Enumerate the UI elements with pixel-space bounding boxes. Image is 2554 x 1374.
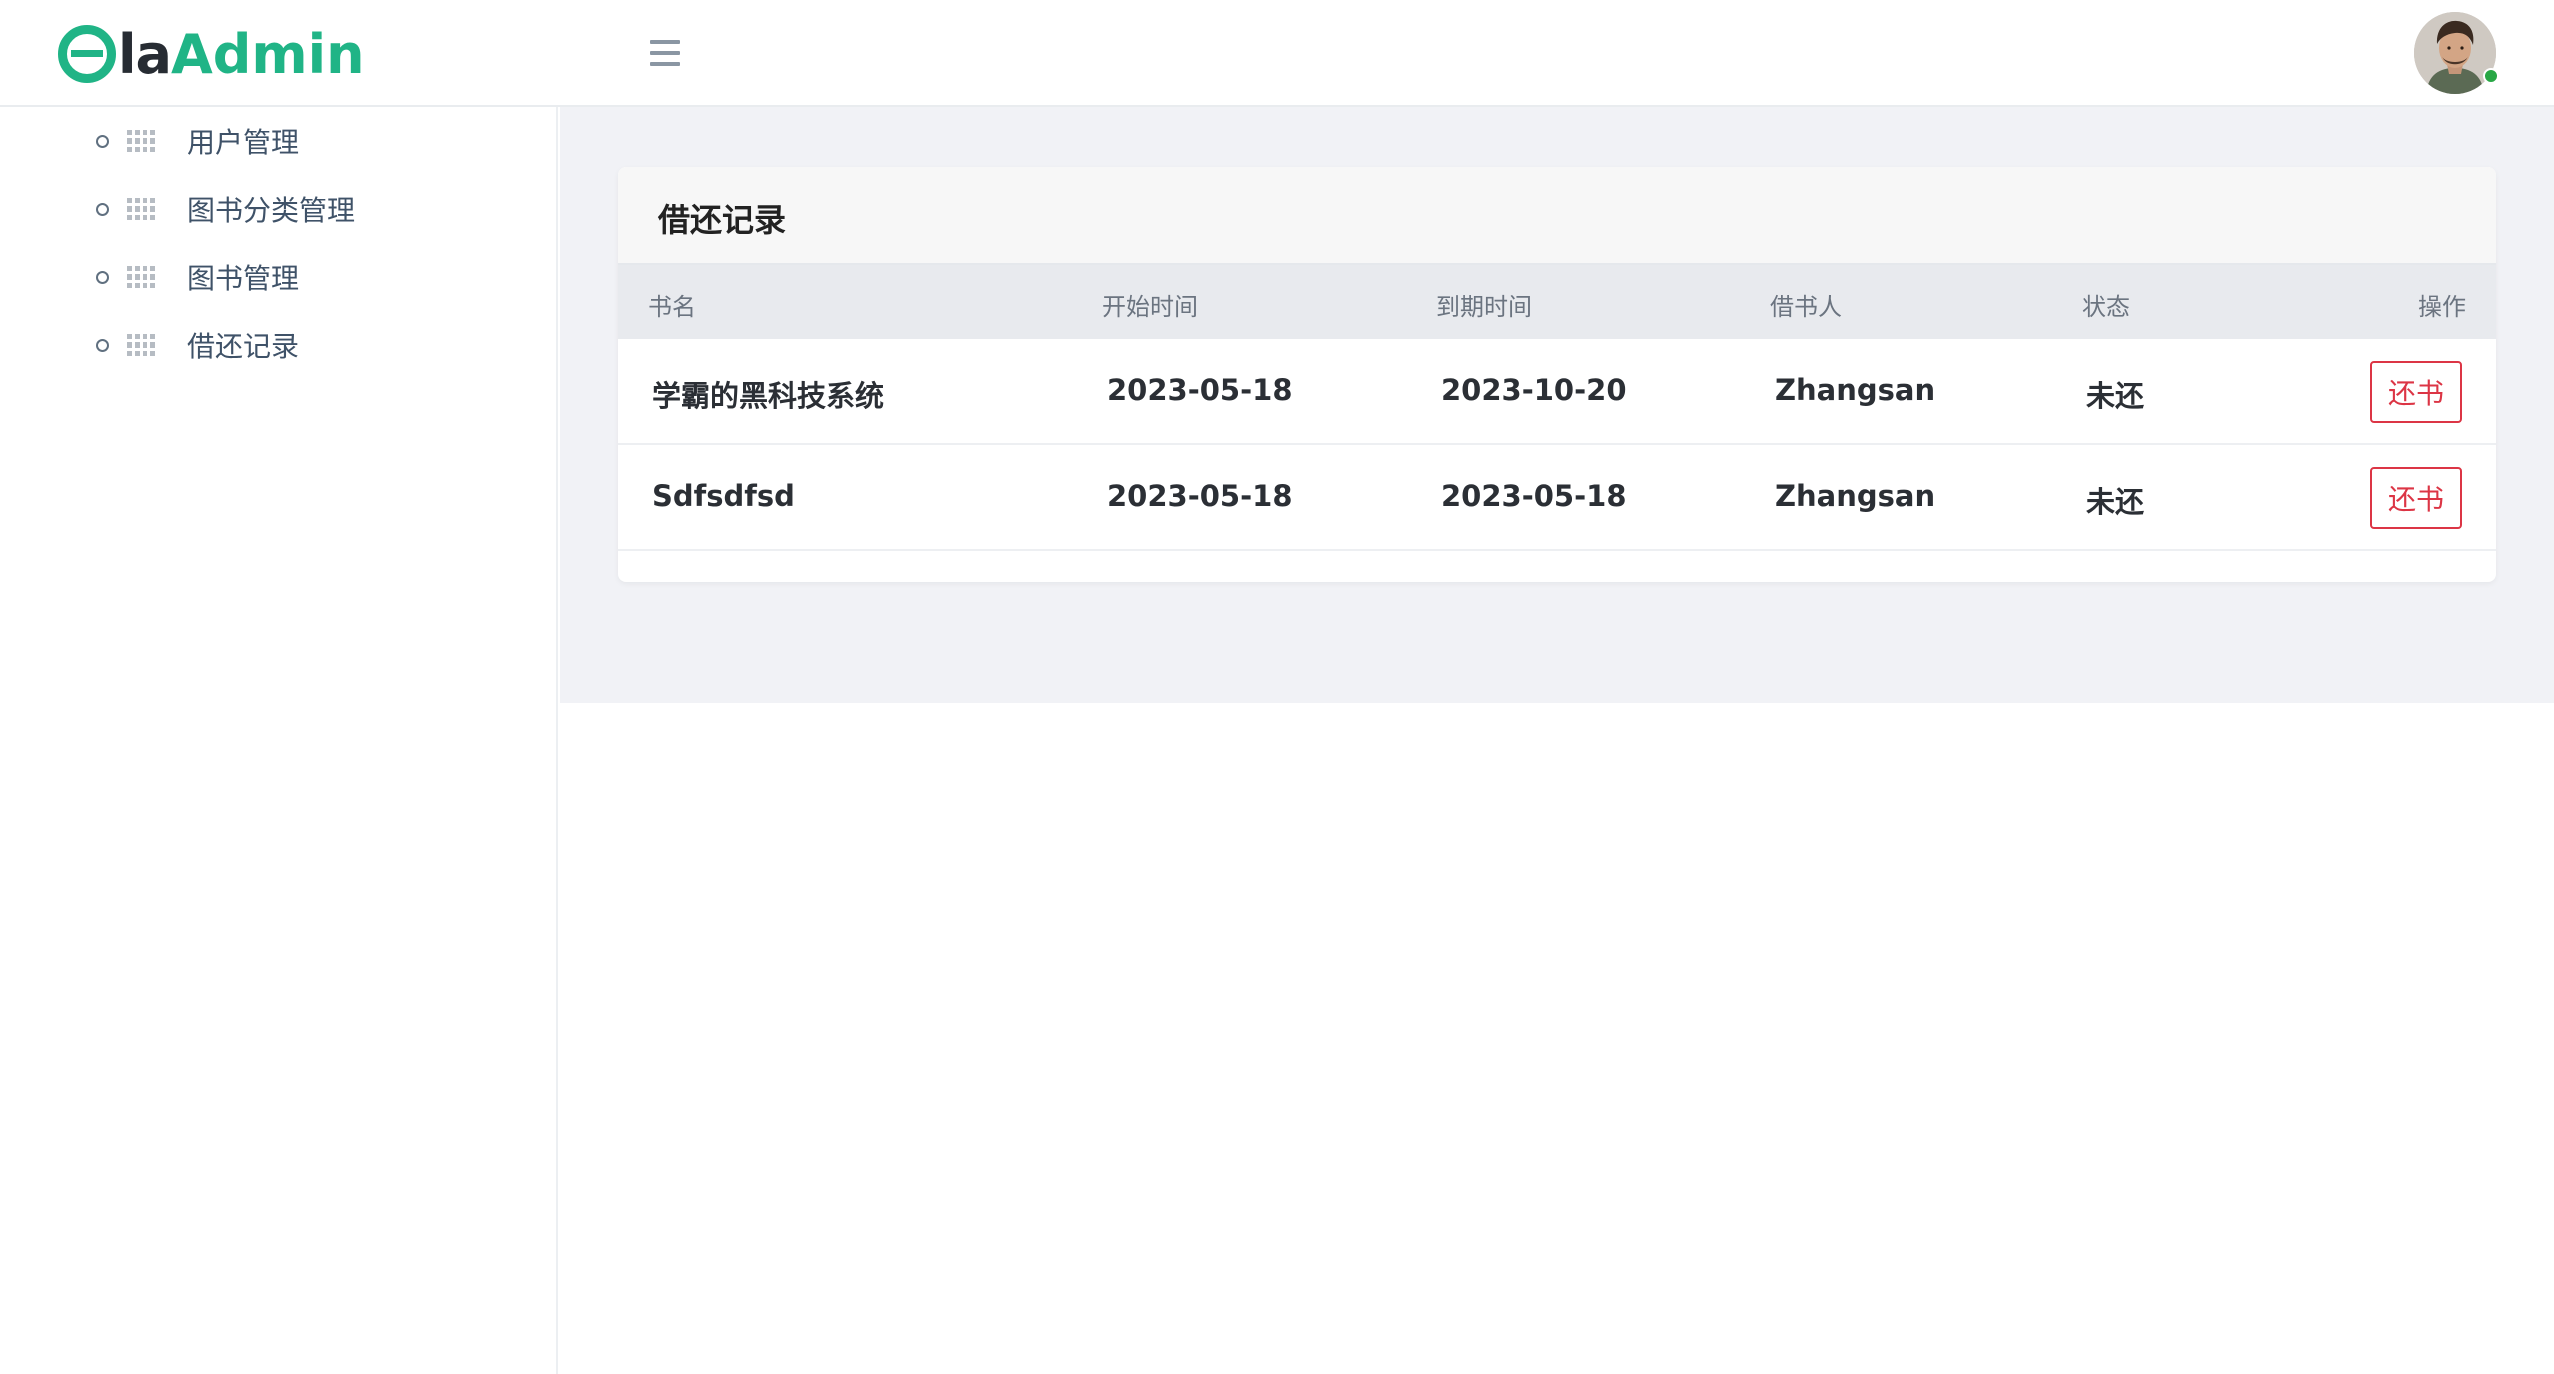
cell-borrower: Zhangsan bbox=[1775, 373, 1936, 407]
cell-due-time: 2023-10-20 bbox=[1441, 373, 1627, 407]
bullet-icon bbox=[96, 338, 109, 352]
logo-text-la: la bbox=[118, 22, 172, 86]
table-row: Sdfsdfsd 2023-05-18 2023-05-18 Zhangsan … bbox=[618, 445, 2496, 551]
sidebar: 用户管理 图书分类管理 图书管理 借还记录 bbox=[0, 107, 558, 1374]
return-book-button[interactable]: 还书 bbox=[2370, 467, 2462, 529]
sidebar-item-label: 图书管理 bbox=[187, 262, 300, 295]
bullet-icon bbox=[96, 202, 109, 216]
sidebar-item-label: 用户管理 bbox=[187, 126, 300, 159]
column-header-action: 操作 bbox=[2418, 293, 2466, 321]
cell-book: 学霸的黑科技系统 bbox=[652, 379, 885, 413]
cell-due-time: 2023-05-18 bbox=[1441, 479, 1627, 513]
return-book-button[interactable]: 还书 bbox=[2370, 361, 2462, 423]
sidebar-item-borrow-records[interactable]: 借还记录 bbox=[96, 321, 299, 369]
logo-e-mark bbox=[58, 25, 116, 83]
sidebar-item-label: 图书分类管理 bbox=[187, 194, 356, 227]
sidebar-item-book-category-management[interactable]: 图书分类管理 bbox=[96, 185, 355, 233]
cell-status: 未还 bbox=[2086, 379, 2145, 413]
cell-status: 未还 bbox=[2086, 485, 2145, 519]
card-header: 借还记录 bbox=[618, 167, 2496, 265]
grid-icon bbox=[127, 266, 155, 288]
user-avatar[interactable] bbox=[2414, 12, 2496, 94]
sidebar-item-label: 借还记录 bbox=[187, 330, 300, 363]
cell-book: Sdfsdfsd bbox=[652, 479, 795, 513]
app-logo[interactable]: la Admin bbox=[58, 20, 365, 88]
grid-icon bbox=[127, 198, 155, 220]
column-header-status: 状态 bbox=[2082, 293, 2130, 321]
table-header: 书名 开始时间 到期时间 借书人 状态 操作 bbox=[618, 265, 2496, 339]
online-status-indicator bbox=[2483, 68, 2499, 84]
cell-borrower: Zhangsan bbox=[1775, 479, 1936, 513]
cell-start-time: 2023-05-18 bbox=[1107, 373, 1293, 407]
logo-text-admin: Admin bbox=[170, 22, 365, 86]
grid-icon bbox=[127, 334, 155, 356]
column-header-start-time: 开始时间 bbox=[1102, 293, 1198, 321]
borrow-records-card: 借还记录 书名 开始时间 到期时间 借书人 状态 操作 学霸的黑科技系统 202… bbox=[618, 167, 2496, 582]
grid-icon bbox=[127, 130, 155, 152]
card-title: 借还记录 bbox=[658, 201, 787, 239]
cell-start-time: 2023-05-18 bbox=[1107, 479, 1293, 513]
top-header: la Admin bbox=[0, 0, 2554, 107]
bullet-icon bbox=[96, 270, 109, 284]
column-header-borrower: 借书人 bbox=[1770, 293, 1842, 321]
column-header-book: 书名 bbox=[648, 293, 696, 321]
sidebar-item-user-management[interactable]: 用户管理 bbox=[96, 117, 299, 165]
bullet-icon bbox=[96, 134, 109, 148]
column-header-due-time: 到期时间 bbox=[1436, 293, 1532, 321]
hamburger-icon[interactable] bbox=[650, 40, 680, 66]
sidebar-item-book-management[interactable]: 图书管理 bbox=[96, 253, 299, 301]
table-row: 学霸的黑科技系统 2023-05-18 2023-10-20 Zhangsan … bbox=[618, 339, 2496, 445]
